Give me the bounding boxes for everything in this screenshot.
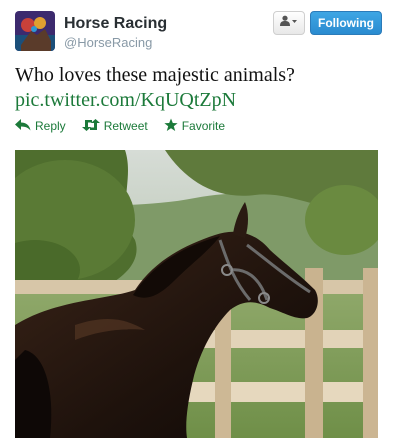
account-handle[interactable]: @HorseRacing (64, 35, 152, 50)
horse-photo-illustration (15, 150, 378, 438)
favorite-label: Favorite (181, 119, 226, 133)
user-icon (279, 14, 299, 32)
reply-icon (15, 118, 35, 134)
favorite-action[interactable]: Favorite (164, 118, 225, 135)
tweet-header: Horse Racing @HorseRacing Following (15, 11, 382, 55)
retweet-action[interactable]: Retweet (81, 118, 148, 134)
retweet-icon (81, 118, 104, 134)
star-icon (164, 118, 182, 135)
account-name[interactable]: Horse Racing (64, 15, 167, 33)
tweet-photo[interactable] (15, 150, 378, 438)
user-actions-dropdown[interactable] (273, 11, 305, 35)
tweet-text: Who loves these majestic animals? (15, 64, 295, 86)
reply-action[interactable]: Reply (15, 118, 66, 134)
tweet-actions: Reply Retweet Favorite (15, 118, 241, 134)
tweet-link[interactable]: pic.twitter.com/KqUQtZpN (15, 88, 236, 113)
following-button[interactable]: Following (310, 11, 382, 35)
avatar[interactable] (15, 11, 55, 51)
retweet-label: Retweet (103, 119, 148, 133)
reply-label: Reply (35, 119, 66, 133)
